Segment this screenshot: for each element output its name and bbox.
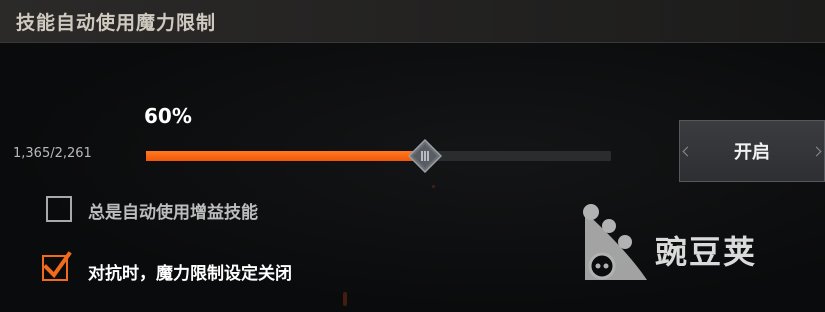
watermark-text: 豌豆荚 — [655, 233, 758, 271]
panel-title: 技能自动使用魔力限制 — [16, 12, 217, 34]
chevron-right-icon — [811, 146, 822, 157]
chevron-left-icon — [682, 146, 693, 157]
auto-buff-checkbox[interactable] — [46, 196, 72, 222]
ember-particle — [432, 185, 435, 188]
mana-limit-slider[interactable] — [146, 151, 611, 161]
enable-toggle-button[interactable]: 开启 — [679, 120, 825, 182]
slider-handle[interactable] — [408, 139, 442, 173]
checkmark-icon — [43, 251, 72, 279]
mana-limit-panel: 技能自动使用魔力限制 60% 1,365/2,261 开启 总是自动使用增益技能… — [0, 0, 825, 312]
ember-particle — [343, 292, 347, 306]
slider-percent-label: 60% — [144, 104, 192, 128]
pvp-limit-off-label: 对抗时，魔力限制设定关闭 — [88, 264, 292, 284]
auto-buff-label: 总是自动使用增益技能 — [88, 203, 258, 223]
pvp-limit-off-checkbox[interactable] — [42, 251, 72, 281]
toggle-button-label: 开启 — [734, 142, 770, 163]
slider-fill — [146, 151, 425, 161]
panel-header: 技能自动使用魔力限制 — [0, 0, 825, 43]
mana-value-label: 1,365/2,261 — [13, 146, 92, 161]
